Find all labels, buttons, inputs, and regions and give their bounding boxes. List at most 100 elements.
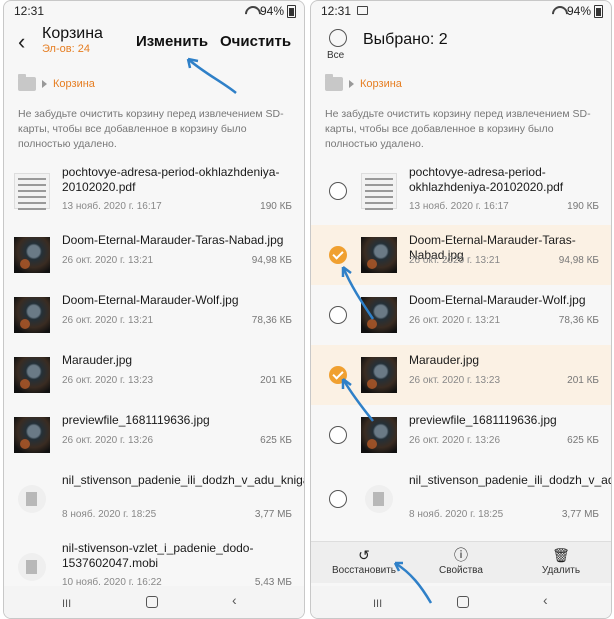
properties-label: Свойства bbox=[439, 565, 483, 576]
status-time: 12:31 bbox=[321, 4, 352, 18]
recent-apps-icon[interactable] bbox=[62, 594, 74, 606]
folder-icon[interactable] bbox=[325, 74, 343, 91]
file-list-item[interactable]: Doom-Eternal-Marauder-Taras-Nabad.jpg 26 … bbox=[4, 225, 304, 285]
phone-right: 12:31 94% Все Выбрано: 2 Корзина Не забу… bbox=[310, 0, 612, 619]
item-checkbox[interactable] bbox=[329, 366, 347, 384]
selection-header: Все Выбрано: 2 bbox=[311, 21, 611, 65]
document-icon bbox=[365, 485, 393, 513]
image-notification-icon bbox=[357, 6, 368, 15]
file-list-item[interactable]: Marauder.jpg 26 окт. 2020 г. 13:23 201 КБ bbox=[4, 345, 304, 405]
file-date: 26 окт. 2020 г. 13:21 bbox=[62, 315, 154, 326]
restore-label: Восстановить bbox=[331, 565, 397, 576]
file-size: 94,98 КБ bbox=[558, 255, 599, 266]
breadcrumb-item[interactable]: Корзина bbox=[360, 78, 402, 90]
file-size: 78,36 КБ bbox=[251, 315, 292, 326]
breadcrumb: Корзина bbox=[18, 73, 95, 95]
file-date: 26 окт. 2020 г. 13:23 bbox=[62, 375, 154, 386]
file-name: nil-stivenson-vzlet_i_padenie_dodo-15376… bbox=[62, 541, 254, 570]
battery-level: 94% bbox=[259, 4, 284, 18]
nav-back-icon[interactable]: ‹ bbox=[232, 592, 237, 608]
file-size: 78,36 КБ bbox=[558, 315, 599, 326]
image-thumbnail bbox=[361, 297, 397, 333]
restore-icon: ↺ bbox=[358, 547, 370, 563]
file-name: previewfile_1681119636.jpg bbox=[62, 413, 210, 427]
file-list-item[interactable]: previewfile_1681119636.jpg 26 окт. 2020 г… bbox=[4, 405, 304, 465]
breadcrumb-item[interactable]: Корзина bbox=[53, 78, 95, 90]
nav-back-icon[interactable]: ‹ bbox=[543, 592, 548, 608]
file-date: 26 окт. 2020 г. 13:21 bbox=[62, 255, 154, 266]
battery-icon bbox=[594, 4, 603, 18]
file-date: 26 окт. 2020 г. 13:26 bbox=[409, 435, 501, 446]
file-date: 8 нояб. 2020 г. 18:25 bbox=[409, 509, 504, 520]
image-thumbnail bbox=[361, 237, 397, 273]
file-date: 26 окт. 2020 г. 13:26 bbox=[62, 435, 154, 446]
file-list-item[interactable]: pochtovye-adresa-period-okhlazhdeniya-20… bbox=[4, 157, 304, 225]
file-size: 201 КБ bbox=[567, 375, 599, 386]
file-date: 13 нояб. 2020 г. 16:17 bbox=[409, 201, 509, 212]
file-name: Marauder.jpg bbox=[409, 353, 480, 367]
file-list-item[interactable]: nil_stivenson_padenie_ili_dodzh_v_adu_kn… bbox=[311, 465, 611, 533]
trash-notice: Не забудьте очистить корзину перед извле… bbox=[325, 108, 591, 150]
file-date: 8 нояб. 2020 г. 18:25 bbox=[62, 509, 157, 520]
edit-button[interactable]: Изменить bbox=[136, 33, 208, 50]
file-list-item[interactable]: Doom-Eternal-Marauder-Taras-Nabad.jpg 26 … bbox=[311, 225, 611, 285]
folder-icon[interactable] bbox=[18, 74, 36, 91]
file-size: 3,77 МБ bbox=[254, 509, 292, 520]
item-checkbox[interactable] bbox=[329, 426, 347, 444]
file-name: Doom-Eternal-Marauder-Taras-Nabad.jpg bbox=[62, 233, 284, 247]
pdf-thumbnail-icon bbox=[361, 173, 397, 210]
select-all-checkbox[interactable] bbox=[329, 29, 347, 47]
file-list: pochtovye-adresa-period-okhlazhdeniya-20… bbox=[4, 157, 304, 601]
status-bar: 12:31 94% bbox=[4, 1, 304, 21]
item-checkbox[interactable] bbox=[329, 182, 347, 200]
file-name: pochtovye-adresa-period-okhlazhdeniya-20… bbox=[62, 165, 280, 194]
file-name: previewfile_1681119636.jpg bbox=[409, 413, 557, 427]
file-list-item[interactable]: Doom-Eternal-Marauder-Wolf.jpg 26 окт. 20… bbox=[311, 285, 611, 345]
file-size: 201 КБ bbox=[260, 375, 292, 386]
file-date: 26 окт. 2020 г. 13:21 bbox=[409, 315, 501, 326]
back-arrow-icon[interactable]: ‹ bbox=[18, 29, 25, 55]
trash-icon: 🗑 bbox=[552, 547, 570, 563]
file-date: 13 нояб. 2020 г. 16:17 bbox=[62, 201, 162, 212]
image-thumbnail bbox=[14, 357, 50, 393]
pdf-thumbnail-icon bbox=[14, 173, 50, 210]
image-thumbnail bbox=[361, 417, 397, 453]
image-thumbnail bbox=[14, 237, 50, 273]
item-count: Эл-ов: 24 bbox=[42, 43, 90, 55]
image-thumbnail bbox=[361, 357, 397, 393]
phone-left: 12:31 94% ‹ Корзина Эл-ов: 24 Изменить О… bbox=[3, 0, 305, 619]
image-thumbnail bbox=[14, 417, 50, 453]
selected-count-title: Выбрано: 2 bbox=[363, 31, 448, 48]
file-date: 26 окт. 2020 г. 13:21 bbox=[409, 255, 501, 266]
file-list-item[interactable]: nil_stivenson_padenie_ili_dodzh_v_adu_kn… bbox=[4, 465, 304, 533]
item-checkbox[interactable] bbox=[329, 490, 347, 508]
breadcrumb: Корзина bbox=[325, 73, 402, 95]
file-size: 3,77 МБ bbox=[561, 509, 599, 520]
file-list-item[interactable]: Doom-Eternal-Marauder-Wolf.jpg 26 окт. 20… bbox=[4, 285, 304, 345]
status-bar: 12:31 94% bbox=[311, 1, 611, 21]
restore-button[interactable]: ↺ Восстановить bbox=[331, 547, 397, 576]
chevron-right-icon bbox=[349, 80, 354, 88]
battery-level: 94% bbox=[566, 4, 591, 18]
home-icon[interactable] bbox=[146, 596, 158, 608]
delete-button[interactable]: 🗑 Удалить bbox=[533, 547, 589, 576]
info-icon: ⓘ bbox=[454, 547, 468, 563]
status-time: 12:31 bbox=[14, 4, 45, 18]
file-list-item[interactable]: previewfile_1681119636.jpg 26 окт. 2020 г… bbox=[311, 405, 611, 465]
wifi-icon bbox=[245, 6, 257, 16]
item-checkbox[interactable] bbox=[329, 306, 347, 324]
document-icon bbox=[18, 485, 46, 513]
recent-apps-icon[interactable] bbox=[373, 594, 385, 606]
select-all-label: Все bbox=[327, 50, 345, 61]
home-icon[interactable] bbox=[457, 596, 469, 608]
item-checkbox[interactable] bbox=[329, 246, 347, 264]
file-name: pochtovye-adresa-period-okhlazhdeniya-20… bbox=[409, 165, 564, 194]
page-title: Корзина bbox=[42, 25, 103, 42]
image-thumbnail bbox=[14, 297, 50, 333]
file-name: nil_stivenson_padenie_ili_dodzh_v_adu_kn… bbox=[62, 473, 304, 487]
file-list-item[interactable]: Marauder.jpg 26 окт. 2020 г. 13:23 201 КБ bbox=[311, 345, 611, 405]
chevron-right-icon bbox=[42, 80, 47, 88]
clear-button[interactable]: Очистить bbox=[220, 33, 291, 50]
file-list-item[interactable]: pochtovye-adresa-period-okhlazhdeniya-20… bbox=[311, 157, 611, 225]
properties-button[interactable]: ⓘ Свойства bbox=[429, 547, 493, 576]
